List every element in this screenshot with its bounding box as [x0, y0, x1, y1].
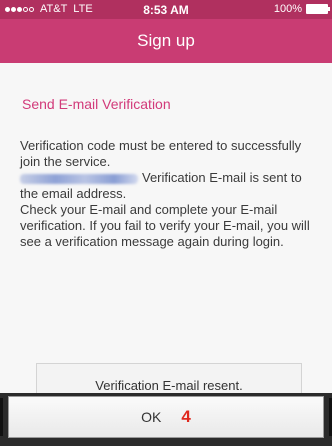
battery-percent: 100%: [273, 3, 302, 15]
message-line-3: Check your E-mail and complete your E-ma…: [20, 202, 310, 249]
redacted-email: [20, 173, 138, 184]
bottom-bar: OK 4: [0, 393, 332, 446]
message-line-2: Verification E-mail is sent to the email…: [20, 170, 320, 202]
ok-label: OK: [141, 409, 162, 425]
ok-button[interactable]: OK 4: [8, 396, 324, 438]
section-heading: Send E-mail Verification: [22, 96, 171, 112]
nav-title: Sign up: [0, 19, 332, 63]
message-line-1: Verification code must be entered to suc…: [20, 138, 302, 169]
battery-icon: [306, 4, 330, 14]
verification-message: Verification code must be entered to suc…: [20, 138, 320, 250]
step-number-annotation: 4: [181, 407, 191, 426]
status-right: 100%: [273, 3, 330, 15]
left-edge-marker: [0, 398, 3, 436]
status-bar: AT&T LTE 8:53 AM 100%: [0, 0, 332, 19]
verification-panel: Send E-mail Verification Verification co…: [0, 63, 332, 409]
